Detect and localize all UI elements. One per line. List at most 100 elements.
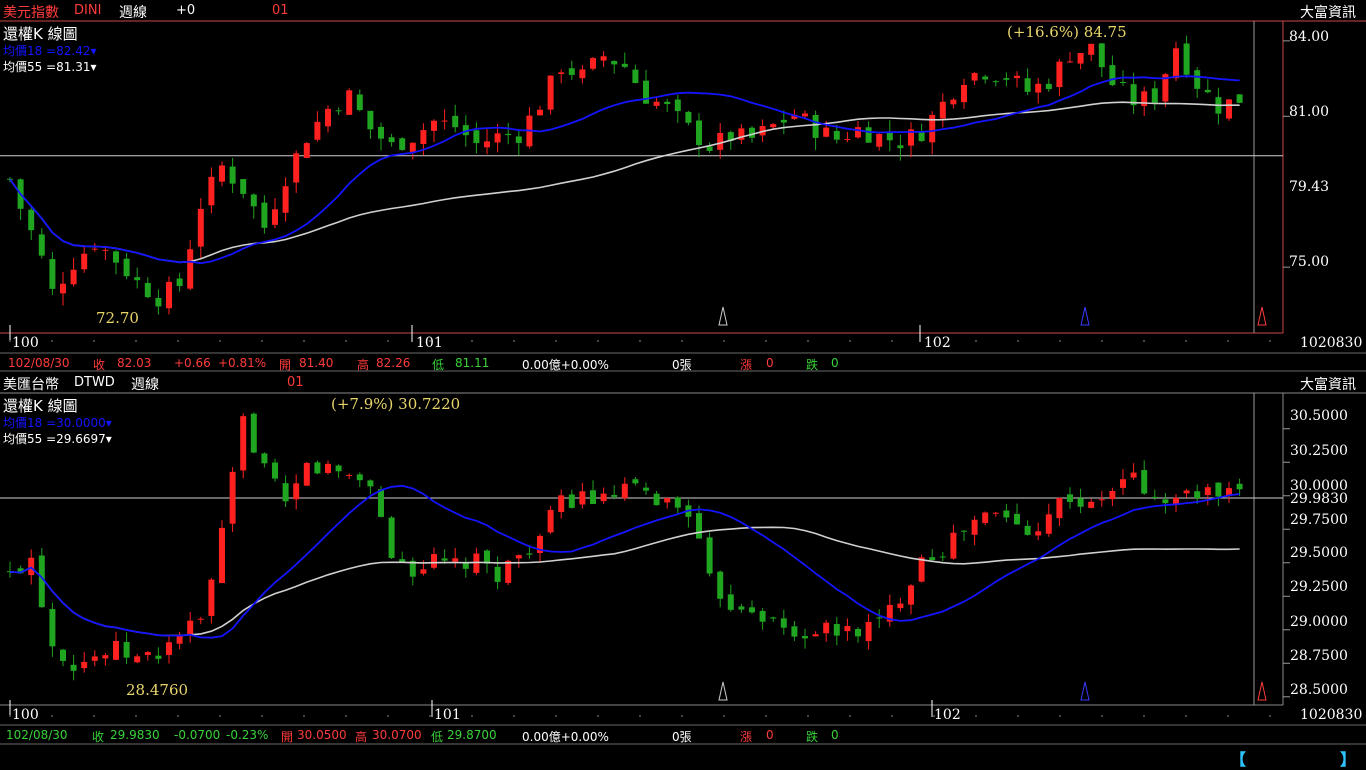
p2-candle-body [378, 489, 384, 517]
panel2-low-label: 28.4760 [126, 681, 189, 699]
p2-candle-body [144, 652, 151, 655]
panel2-year-100: 100 [12, 707, 39, 723]
p2-candle-body [325, 463, 331, 473]
p1-candle-body [568, 68, 575, 75]
p2-candle-body [611, 494, 618, 497]
p2-candle-body [91, 656, 98, 661]
p1-candle-body [250, 194, 257, 207]
p2-candle-body [515, 555, 522, 559]
panel2-legend-title: 還權K 線圖 [3, 397, 78, 415]
panel2-name: 美匯台幣 [3, 377, 59, 393]
p1-candle-body [431, 120, 437, 131]
p2-marker-triangle [1080, 681, 1090, 701]
p1-candle-body [950, 99, 957, 105]
p2-candle-body [876, 617, 883, 619]
p1-candle-body [876, 134, 883, 147]
p1-candle-body [420, 130, 427, 144]
panel2-period[interactable]: 週線 [131, 374, 159, 394]
p2-candle-body [282, 483, 289, 502]
panel1-period[interactable]: 週線 [119, 2, 147, 22]
p1-candle-body [1226, 99, 1232, 119]
p2-candle-body [600, 493, 607, 502]
p1-candle-body [282, 186, 289, 213]
panel1-peak-label: (+16.6%) 84.75 [1007, 23, 1127, 41]
p2-ma55-line [9, 526, 1240, 637]
p2-candle-body [505, 560, 512, 583]
p2-candle-body [664, 498, 671, 503]
p2-candle-body [579, 491, 586, 505]
p2-candle-body [759, 610, 766, 622]
panel1-tick-84: 84.00 [1289, 29, 1330, 45]
p1-candle-body [812, 115, 819, 138]
p1-candle-body [102, 249, 109, 251]
p1-candle-body [1109, 65, 1116, 86]
p2-candle-body [674, 497, 681, 508]
p2-candle-body [60, 649, 66, 661]
p1-candle-body [452, 115, 459, 128]
p1-candle-body [113, 251, 119, 263]
p2-candle-body [208, 579, 215, 616]
p1-candle-body [197, 208, 204, 247]
p2-candle-body [1141, 470, 1148, 494]
p2-marker-triangle [1257, 681, 1267, 701]
p2-candle-body [250, 413, 257, 453]
panel1-status-close: 82.03 [117, 356, 152, 370]
p2-candle-body [70, 664, 77, 671]
p2-candle-body [961, 530, 967, 532]
p2-candle-body [1088, 501, 1095, 508]
p1-candle-body [982, 76, 989, 80]
p2-candle-body [1045, 514, 1052, 534]
p1-candle-body [1204, 89, 1211, 93]
panel2-status-high-key: 高 [355, 730, 368, 744]
p2-candle-body [547, 509, 554, 533]
p2-candle-body [28, 557, 35, 576]
p1-candle-body [356, 94, 363, 111]
p2-candle-body [113, 640, 119, 660]
p1-candle-body [600, 56, 607, 61]
p1-marker-triangle [718, 306, 728, 326]
panel2-tick-8: 28.5000 [1290, 682, 1348, 698]
p2-candle-body [780, 618, 787, 628]
p2-candle-body [1120, 479, 1126, 488]
p1-candle-body [229, 166, 236, 184]
panel1-tick-75: 75.00 [1289, 254, 1330, 270]
p2-candle-body [1194, 491, 1201, 499]
panel2-status-open: 30.0500 [297, 728, 347, 742]
p2-candle-body [643, 487, 649, 491]
p1-candle-body [664, 101, 671, 105]
p2-candle-body [1077, 498, 1084, 507]
p1-candle-body [696, 120, 702, 146]
p1-candle-body [176, 278, 183, 286]
panel1-legend-title: 還權K 線圖 [3, 25, 78, 43]
p2-candle-body [939, 556, 946, 558]
panel2-status-high: 30.0700 [372, 728, 422, 742]
p1-ma18-line [9, 75, 1240, 265]
p1-candle-body [537, 109, 543, 116]
p2-candle-body [749, 607, 755, 613]
p2-candle-body [81, 661, 88, 669]
p1-candle-body [971, 72, 978, 81]
panel2-status-up: 0 [766, 728, 774, 742]
p2-candle-body [49, 609, 56, 647]
panel2-status-down-key: 跌 [806, 730, 819, 744]
p2-candle-body [431, 554, 437, 568]
p1-candle-body [1003, 78, 1010, 80]
p2-candle-body [187, 620, 194, 636]
p1-candle-body [335, 110, 342, 112]
p1-candle-body [303, 143, 310, 158]
p2-candle-body [706, 537, 713, 574]
panel1-status-high-key: 高 [357, 358, 370, 372]
panel2-status-chg: -0.0700 [174, 728, 221, 742]
p1-candle-body [261, 202, 268, 228]
panel1-year-100: 100 [12, 335, 39, 351]
panel2-tick-0: 30.5000 [1290, 408, 1348, 424]
p1-candle-body [802, 113, 808, 117]
p1-candle-body [134, 277, 141, 281]
panel1-status-close-key: 收 [93, 358, 106, 372]
p1-candle-body [939, 101, 946, 119]
p2-candle-body [653, 493, 660, 506]
p1-candle-body [81, 253, 88, 270]
p2-candle-body [632, 479, 639, 484]
p2-candle-body [1215, 482, 1222, 497]
p1-candle-body [166, 281, 172, 309]
